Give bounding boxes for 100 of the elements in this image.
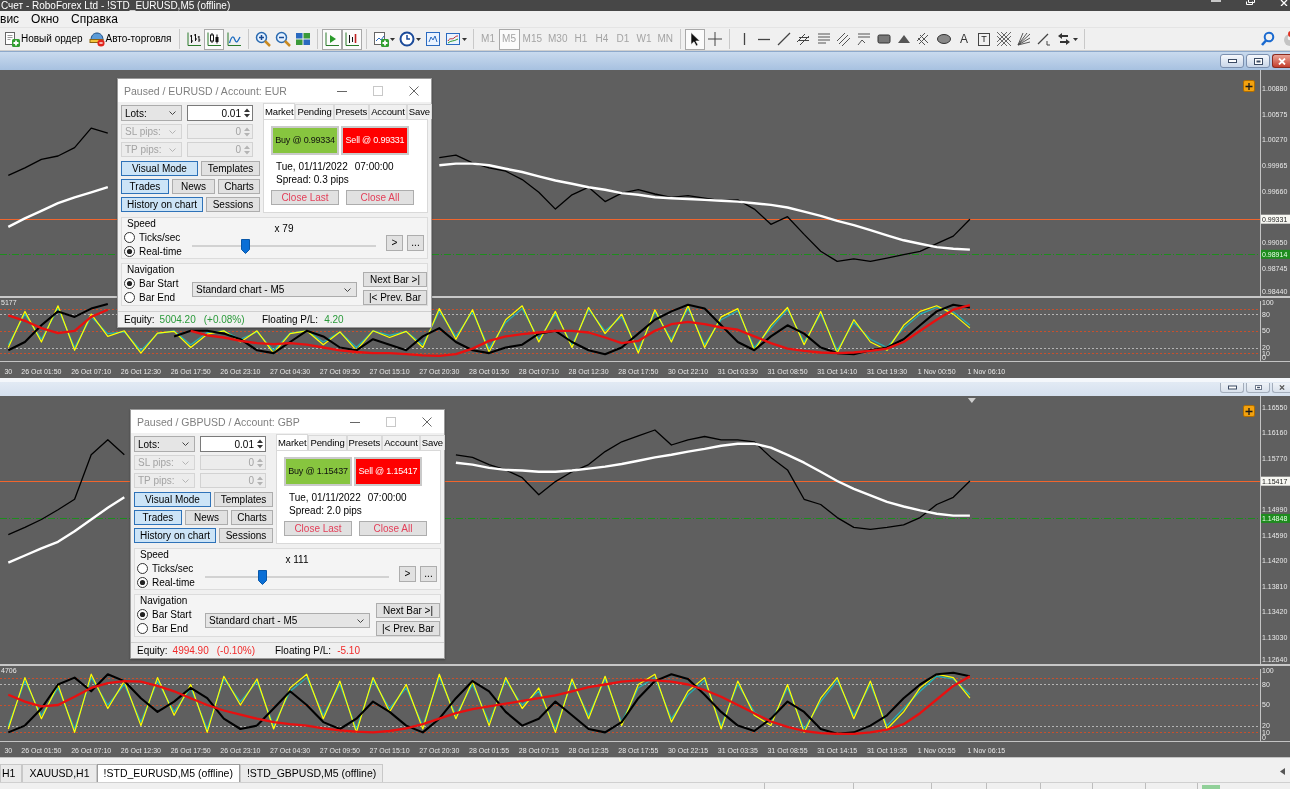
toggle-button[interactable]: Templates <box>214 492 273 507</box>
toggle-button[interactable]: News <box>172 179 215 194</box>
previous-bar-button[interactable]: |< Prev. Bar <box>363 290 427 305</box>
radio-option[interactable]: Ticks/sec <box>124 230 192 244</box>
close-button[interactable] <box>1272 54 1290 68</box>
buy-button[interactable]: Buy @ 1.15437 <box>284 457 352 486</box>
menu-item[interactable]: Окно <box>25 11 65 27</box>
tab[interactable]: Market <box>263 103 296 119</box>
dropdown[interactable]: Standard chart - M5 <box>205 613 370 628</box>
arrow-left-icon[interactable] <box>1280 768 1285 775</box>
minimize-icon[interactable] <box>1211 0 1221 3</box>
radio-option[interactable]: Bar End <box>137 621 205 635</box>
number-field[interactable]: 0.01 <box>200 436 266 452</box>
stepper-icon[interactable] <box>243 107 251 119</box>
restore-icon[interactable] <box>1246 0 1255 5</box>
caret-icon <box>182 442 189 446</box>
auto-trading-button[interactable]: Авто-торговля <box>85 28 175 50</box>
toggle-button[interactable]: Templates <box>201 161 260 176</box>
next-bar-button[interactable]: Next Bar >| <box>376 603 440 618</box>
caret-icon <box>1073 37 1078 41</box>
toggle-button[interactable]: Sessions <box>219 528 273 543</box>
radio-option[interactable]: Bar Start <box>137 607 205 621</box>
sell-button[interactable]: Sell @ 1.15417 <box>354 457 422 486</box>
chart-tab[interactable]: !STD_GBPUSD,M5 (offline) <box>239 764 384 782</box>
restore-button[interactable] <box>1246 383 1270 393</box>
profit-value: -5.10 <box>337 645 360 656</box>
close-button[interactable] <box>408 84 420 97</box>
tab[interactable]: Account <box>382 435 420 450</box>
close-icon[interactable] <box>1280 0 1288 6</box>
toggle-button[interactable]: News <box>185 510 228 525</box>
tab[interactable]: Pending <box>308 435 347 450</box>
slider-thumb[interactable] <box>240 239 250 254</box>
toolbar-button[interactable] <box>341 28 362 50</box>
rectangle-icon <box>876 31 892 47</box>
minimize-button[interactable] <box>1220 383 1244 393</box>
toggle-button[interactable]: Sessions <box>206 197 260 212</box>
chart-tab[interactable]: !STD_EURUSD,M5 (offline) <box>96 764 240 782</box>
options-button[interactable]: ... <box>420 566 437 582</box>
close-button[interactable] <box>421 415 433 428</box>
axis-shift-icon <box>343 31 360 47</box>
equity-value: 4994.90 <box>172 645 209 656</box>
radio-option[interactable]: Real-time <box>137 575 205 589</box>
step-button[interactable]: > <box>386 235 403 251</box>
close-button[interactable] <box>1272 383 1290 393</box>
dropdown[interactable]: Lots: <box>134 436 195 452</box>
triangle-marker-icon[interactable] <box>967 398 976 403</box>
radio-option[interactable]: Bar End <box>124 290 192 304</box>
horizontal-levels-icon <box>816 31 832 47</box>
buy-button[interactable]: Buy @ 0.99334 <box>271 126 339 155</box>
stepper-icon[interactable] <box>256 438 264 450</box>
tab[interactable]: Market <box>276 434 309 450</box>
slider-thumb[interactable] <box>257 570 267 585</box>
toggle-button[interactable]: History on chart <box>134 528 216 543</box>
toggle-button[interactable]: Visual Mode <box>134 492 211 507</box>
toggle-button[interactable]: Charts <box>218 179 260 194</box>
text-tool-button[interactable]: A <box>954 28 974 50</box>
tab[interactable]: Account <box>369 104 407 119</box>
radio-option[interactable]: Real-time <box>124 244 192 258</box>
chart-plus-icon <box>372 31 389 47</box>
new-order-button[interactable]: Новый ордер <box>1 28 86 50</box>
menu-item[interactable]: вис <box>0 11 26 27</box>
toggle-button[interactable]: History on chart <box>121 197 203 212</box>
dropdown[interactable]: Standard chart - M5 <box>192 282 357 297</box>
menu-item[interactable]: Справка <box>64 11 125 27</box>
tab[interactable]: Presets <box>333 104 370 119</box>
caret-icon <box>182 478 189 483</box>
tab[interactable]: Save <box>419 435 446 450</box>
step-button[interactable]: > <box>399 566 416 582</box>
dropdown[interactable]: Lots: <box>121 105 182 121</box>
close-icon <box>1277 385 1286 390</box>
zoom-out-icon <box>274 31 291 47</box>
next-bar-button[interactable]: Next Bar >| <box>363 272 427 287</box>
toggle-button[interactable]: Charts <box>231 510 273 525</box>
toggle-button[interactable]: Visual Mode <box>121 161 198 176</box>
toolbar-button[interactable] <box>203 28 224 50</box>
tab[interactable]: Presets <box>346 435 383 450</box>
toggle-button[interactable]: Trades <box>134 510 182 525</box>
equity-change: (+0.08%) <box>203 314 245 325</box>
minimize-button[interactable] <box>1220 54 1244 68</box>
sell-button[interactable]: Sell @ 0.99331 <box>341 126 409 155</box>
levels-zigzag-icon <box>856 31 872 47</box>
caret-icon <box>182 460 189 465</box>
avatar-icon[interactable] <box>1282 31 1290 47</box>
previous-bar-button[interactable]: |< Prev. Bar <box>376 621 440 636</box>
options-button[interactable]: ... <box>407 235 424 251</box>
restore-icon <box>1253 57 1263 65</box>
number-field[interactable]: 0.01 <box>187 105 253 121</box>
chart-tab[interactable]: XAUUSD,H1 <box>22 764 97 782</box>
clock-icon <box>398 31 415 47</box>
tab[interactable]: Pending <box>295 104 334 119</box>
toggle-button[interactable]: Trades <box>121 179 169 194</box>
radio-option[interactable]: Ticks/sec <box>137 561 205 575</box>
tab[interactable]: Save <box>406 104 433 119</box>
label-tool-button[interactable]: T <box>974 28 994 50</box>
plus-icon[interactable] <box>1243 80 1255 92</box>
chart-tab[interactable]: H1 <box>0 764 23 782</box>
plus-icon[interactable] <box>1243 405 1255 417</box>
toolbar-button[interactable] <box>685 28 705 50</box>
radio-option[interactable]: Bar Start <box>124 276 192 290</box>
restore-button[interactable] <box>1246 54 1270 68</box>
